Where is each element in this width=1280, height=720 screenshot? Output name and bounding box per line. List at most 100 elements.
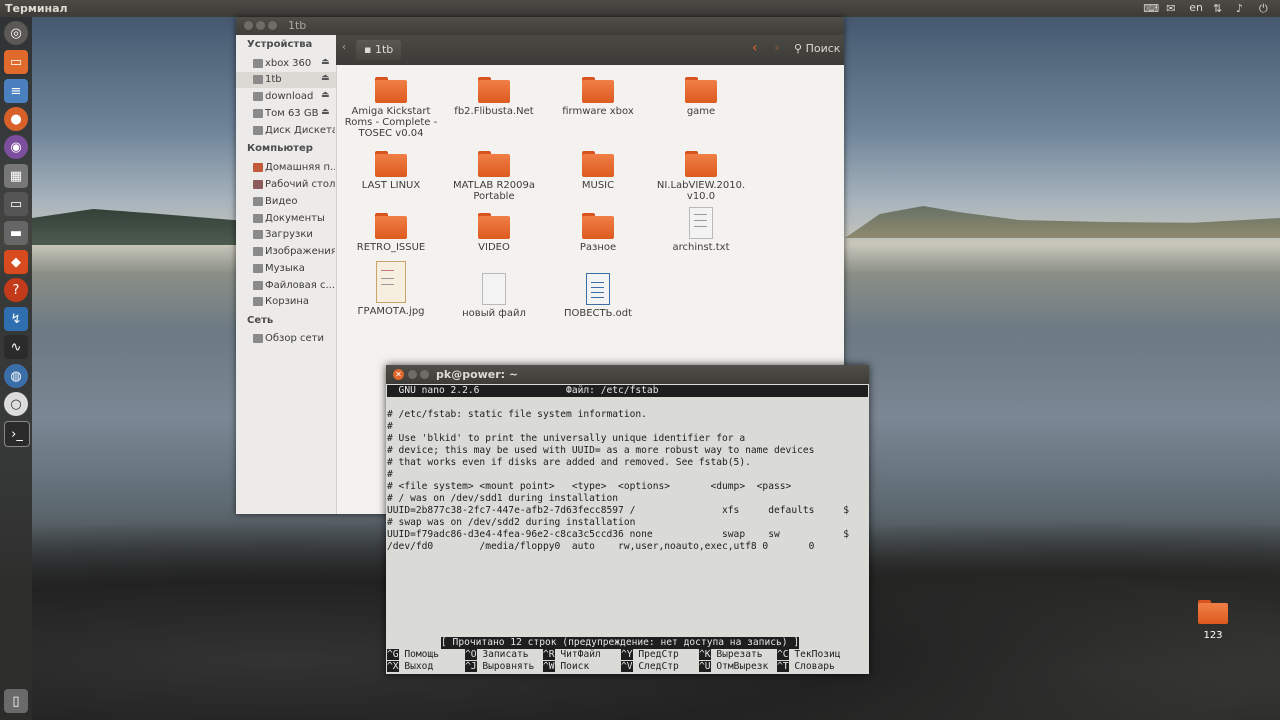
software-center-icon[interactable]: ◆ — [4, 250, 28, 274]
shortcut-save[interactable]: ^O Записать — [465, 649, 529, 661]
close-icon[interactable]: ✕ — [393, 369, 404, 380]
trash-icon[interactable]: ▯ — [4, 689, 28, 713]
terminal-titlebar[interactable]: ✕ pk@power: ~ — [386, 365, 869, 384]
fstab-line[interactable]: # that works even if disks are added and… — [387, 457, 751, 469]
file-item-flibusta[interactable]: fb2.Flibusta.Net — [442, 77, 546, 117]
fstab-line[interactable]: # <file system> <mount point> <type> <op… — [387, 481, 791, 493]
close-icon[interactable] — [244, 21, 253, 30]
search-button[interactable]: ⚲ Поиск — [794, 42, 840, 55]
sidebar-item-network[interactable]: Обзор сети — [236, 331, 336, 347]
sidebar-item-trash[interactable]: Корзина — [236, 294, 336, 310]
file-item-firmware[interactable]: firmware xbox — [546, 77, 650, 117]
home-icon — [253, 163, 263, 172]
sidebar-item-1tb[interactable]: 1tb ⏏ — [236, 72, 336, 88]
minimize-icon[interactable] — [408, 370, 417, 379]
shortcut-cur-pos[interactable]: ^C ТекПозиц — [777, 649, 841, 661]
filesystem-icon — [253, 281, 263, 290]
previous-icon[interactable]: ‹ — [752, 40, 758, 56]
calc-icon[interactable]: ▦ — [4, 164, 28, 188]
next-icon[interactable]: › — [774, 40, 780, 56]
path-button[interactable]: ▪ 1tb — [356, 40, 402, 60]
file-item-game[interactable]: game — [649, 77, 753, 117]
sidebar-item-filesystem[interactable]: Файловая с... — [236, 278, 336, 294]
fstab-line[interactable]: UUID=2b877c38-2fc7-447e-afb2-7d63fecc859… — [387, 505, 849, 517]
eject-icon[interactable]: ⏏ — [321, 90, 330, 100]
file-item-povest[interactable]: ПОВЕСТЬ.odt — [546, 273, 650, 319]
eject-icon[interactable]: ⏏ — [321, 107, 330, 117]
file-item-matlab[interactable]: MATLAB R2009a Portable — [442, 151, 546, 202]
file-item-misc[interactable]: Разное — [546, 213, 650, 253]
volume-icon[interactable]: ♪ — [1236, 2, 1249, 15]
file-item-video[interactable]: VIDEO — [442, 213, 546, 253]
sidebar-item-download[interactable]: download ⏏ — [236, 89, 336, 105]
shortcut-next-page[interactable]: ^V СледСтр — [621, 661, 679, 673]
file-item-music[interactable]: MUSIC — [546, 151, 650, 191]
browser-icon[interactable]: ◍ — [4, 364, 28, 388]
shortcut-read-file[interactable]: ^R ЧитФайл — [543, 649, 601, 661]
disk-icon[interactable]: ○ — [4, 392, 28, 416]
shortcut-exit[interactable]: ^X Выход — [387, 661, 433, 673]
sidebar-item-desktop[interactable]: Рабочий стол — [236, 177, 336, 193]
sidebar-item-pictures[interactable]: Изображения — [236, 244, 336, 260]
fstab-line[interactable]: # /etc/fstab: static file system informa… — [387, 409, 647, 421]
file-item-retro[interactable]: RETRO_ISSUE — [339, 213, 443, 253]
mail-icon[interactable]: ✉ — [1166, 2, 1179, 15]
desktop-icon-label: 123 — [1203, 630, 1223, 641]
terminal-icon[interactable]: ›_ — [4, 421, 30, 447]
help-icon[interactable]: ? — [4, 278, 28, 302]
file-item-gramota[interactable]: ГРАМОТА.jpg — [339, 261, 443, 317]
shortcut-uncut[interactable]: ^U ОтмВырезк — [699, 661, 768, 673]
maximize-icon[interactable] — [420, 370, 429, 379]
shortcut-search[interactable]: ^W Поиск — [543, 661, 589, 673]
writer-icon[interactable]: ≡ — [4, 79, 28, 103]
sidebar-item-home[interactable]: Домашняя п... — [236, 160, 336, 176]
file-item-new-file[interactable]: новый файл — [442, 273, 546, 319]
fstab-line[interactable]: # Use 'blkid' to print the universally u… — [387, 433, 745, 445]
folder-icon — [478, 77, 510, 103]
transmission-icon[interactable]: ↯ — [4, 307, 28, 331]
dash-home-icon[interactable]: ◎ — [4, 21, 28, 45]
sidebar-item-videos[interactable]: Видео — [236, 194, 336, 210]
maximize-icon[interactable] — [268, 21, 277, 30]
folder-icon — [478, 213, 510, 239]
fstab-line[interactable]: # — [387, 421, 393, 433]
screen-icon[interactable]: ▭ — [4, 192, 28, 216]
sidebar-item-volume[interactable]: Том 63 GB ⏏ — [236, 106, 336, 122]
eject-icon[interactable]: ⏏ — [321, 57, 330, 67]
keyboard-icon[interactable]: ⌨ — [1143, 2, 1159, 15]
minimize-icon[interactable] — [256, 21, 265, 30]
shortcut-cut[interactable]: ^K Вырезать — [699, 649, 763, 661]
sidebar-item-xbox[interactable]: xbox 360 ⏏ — [236, 56, 336, 72]
empathy-icon[interactable]: ◉ — [4, 135, 28, 159]
files-icon[interactable]: ▭ — [4, 50, 28, 74]
language-indicator[interactable]: en — [1189, 1, 1203, 14]
shortcut-help[interactable]: ^G Помощь — [387, 649, 439, 661]
sidebar-item-documents[interactable]: Документы — [236, 211, 336, 227]
terminal-title: pk@power: ~ — [436, 368, 519, 381]
system-monitor-icon[interactable]: ∿ — [4, 335, 28, 359]
network-icon[interactable]: ⇅ — [1213, 2, 1226, 15]
fstab-line[interactable]: # / was on /dev/sdd1 during installation — [387, 493, 618, 505]
fstab-line[interactable]: # — [387, 469, 393, 481]
eject-icon[interactable]: ⏏ — [321, 73, 330, 83]
shortcut-justify[interactable]: ^J Выровнять — [465, 661, 534, 673]
firefox-icon[interactable]: ● — [4, 107, 28, 131]
sidebar-item-floppy[interactable]: Диск Дискета — [236, 123, 336, 139]
file-item-last-linux[interactable]: LAST LINUX — [339, 151, 443, 191]
sidebar-item-music[interactable]: Музыка — [236, 261, 336, 277]
usb-drive-icon[interactable]: ▬ — [4, 221, 28, 245]
desktop-folder-123[interactable]: 123 — [1195, 600, 1231, 641]
file-manager-titlebar[interactable]: 1tb — [236, 17, 844, 35]
file-item-archinst[interactable]: archinst.txt — [649, 207, 753, 253]
file-item-labview[interactable]: NI.LabVIEW.2010. v10.0 — [649, 151, 753, 202]
fstab-line[interactable]: # device; this may be used with UUID= as… — [387, 445, 814, 457]
shortcut-prev-page[interactable]: ^Y ПредСтр — [621, 649, 679, 661]
sidebar-item-downloads[interactable]: Загрузки — [236, 227, 336, 243]
shortcut-spell[interactable]: ^T Словарь — [777, 661, 835, 673]
fstab-line[interactable]: UUID=f79adc86-d3e4-4fea-96e2-c8ca3c5ccd3… — [387, 529, 849, 541]
back-arrow-icon[interactable]: ‹ — [342, 42, 346, 53]
file-item-amiga[interactable]: Amiga Kickstart Roms - Complete - TOSEC … — [339, 77, 443, 139]
fstab-line[interactable]: # swap was on /dev/sdd2 during installat… — [387, 517, 635, 529]
power-icon[interactable]: ⏻ — [1259, 2, 1272, 15]
fstab-line[interactable]: /dev/fd0 /media/floppy0 auto rw,user,noa… — [387, 541, 814, 553]
